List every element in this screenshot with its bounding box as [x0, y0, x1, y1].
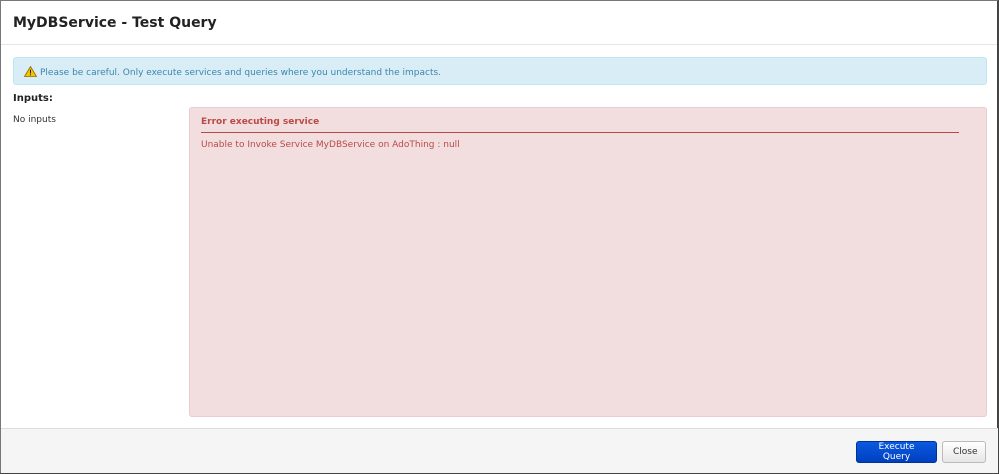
- warning-icon: [24, 66, 37, 77]
- close-button[interactable]: Close: [942, 441, 986, 463]
- dialog-header: MyDBService - Test Query: [1, 1, 997, 45]
- dialog-footer: Execute Query Close: [1, 428, 998, 473]
- warning-alert: Please be careful. Only execute services…: [13, 57, 987, 85]
- error-title: Error executing service: [201, 117, 959, 133]
- no-inputs-text: No inputs: [13, 115, 56, 125]
- test-query-dialog: MyDBService - Test Query Please be caref…: [0, 0, 999, 474]
- dialog-title: MyDBService - Test Query: [13, 15, 217, 31]
- execute-query-button[interactable]: Execute Query: [856, 441, 937, 463]
- alert-text: Please be careful. Only execute services…: [40, 68, 442, 78]
- error-message: Unable to Invoke Service MyDBService on …: [201, 140, 460, 150]
- error-panel: Error executing service Unable to Invoke…: [189, 107, 987, 417]
- inputs-heading: Inputs:: [13, 93, 53, 104]
